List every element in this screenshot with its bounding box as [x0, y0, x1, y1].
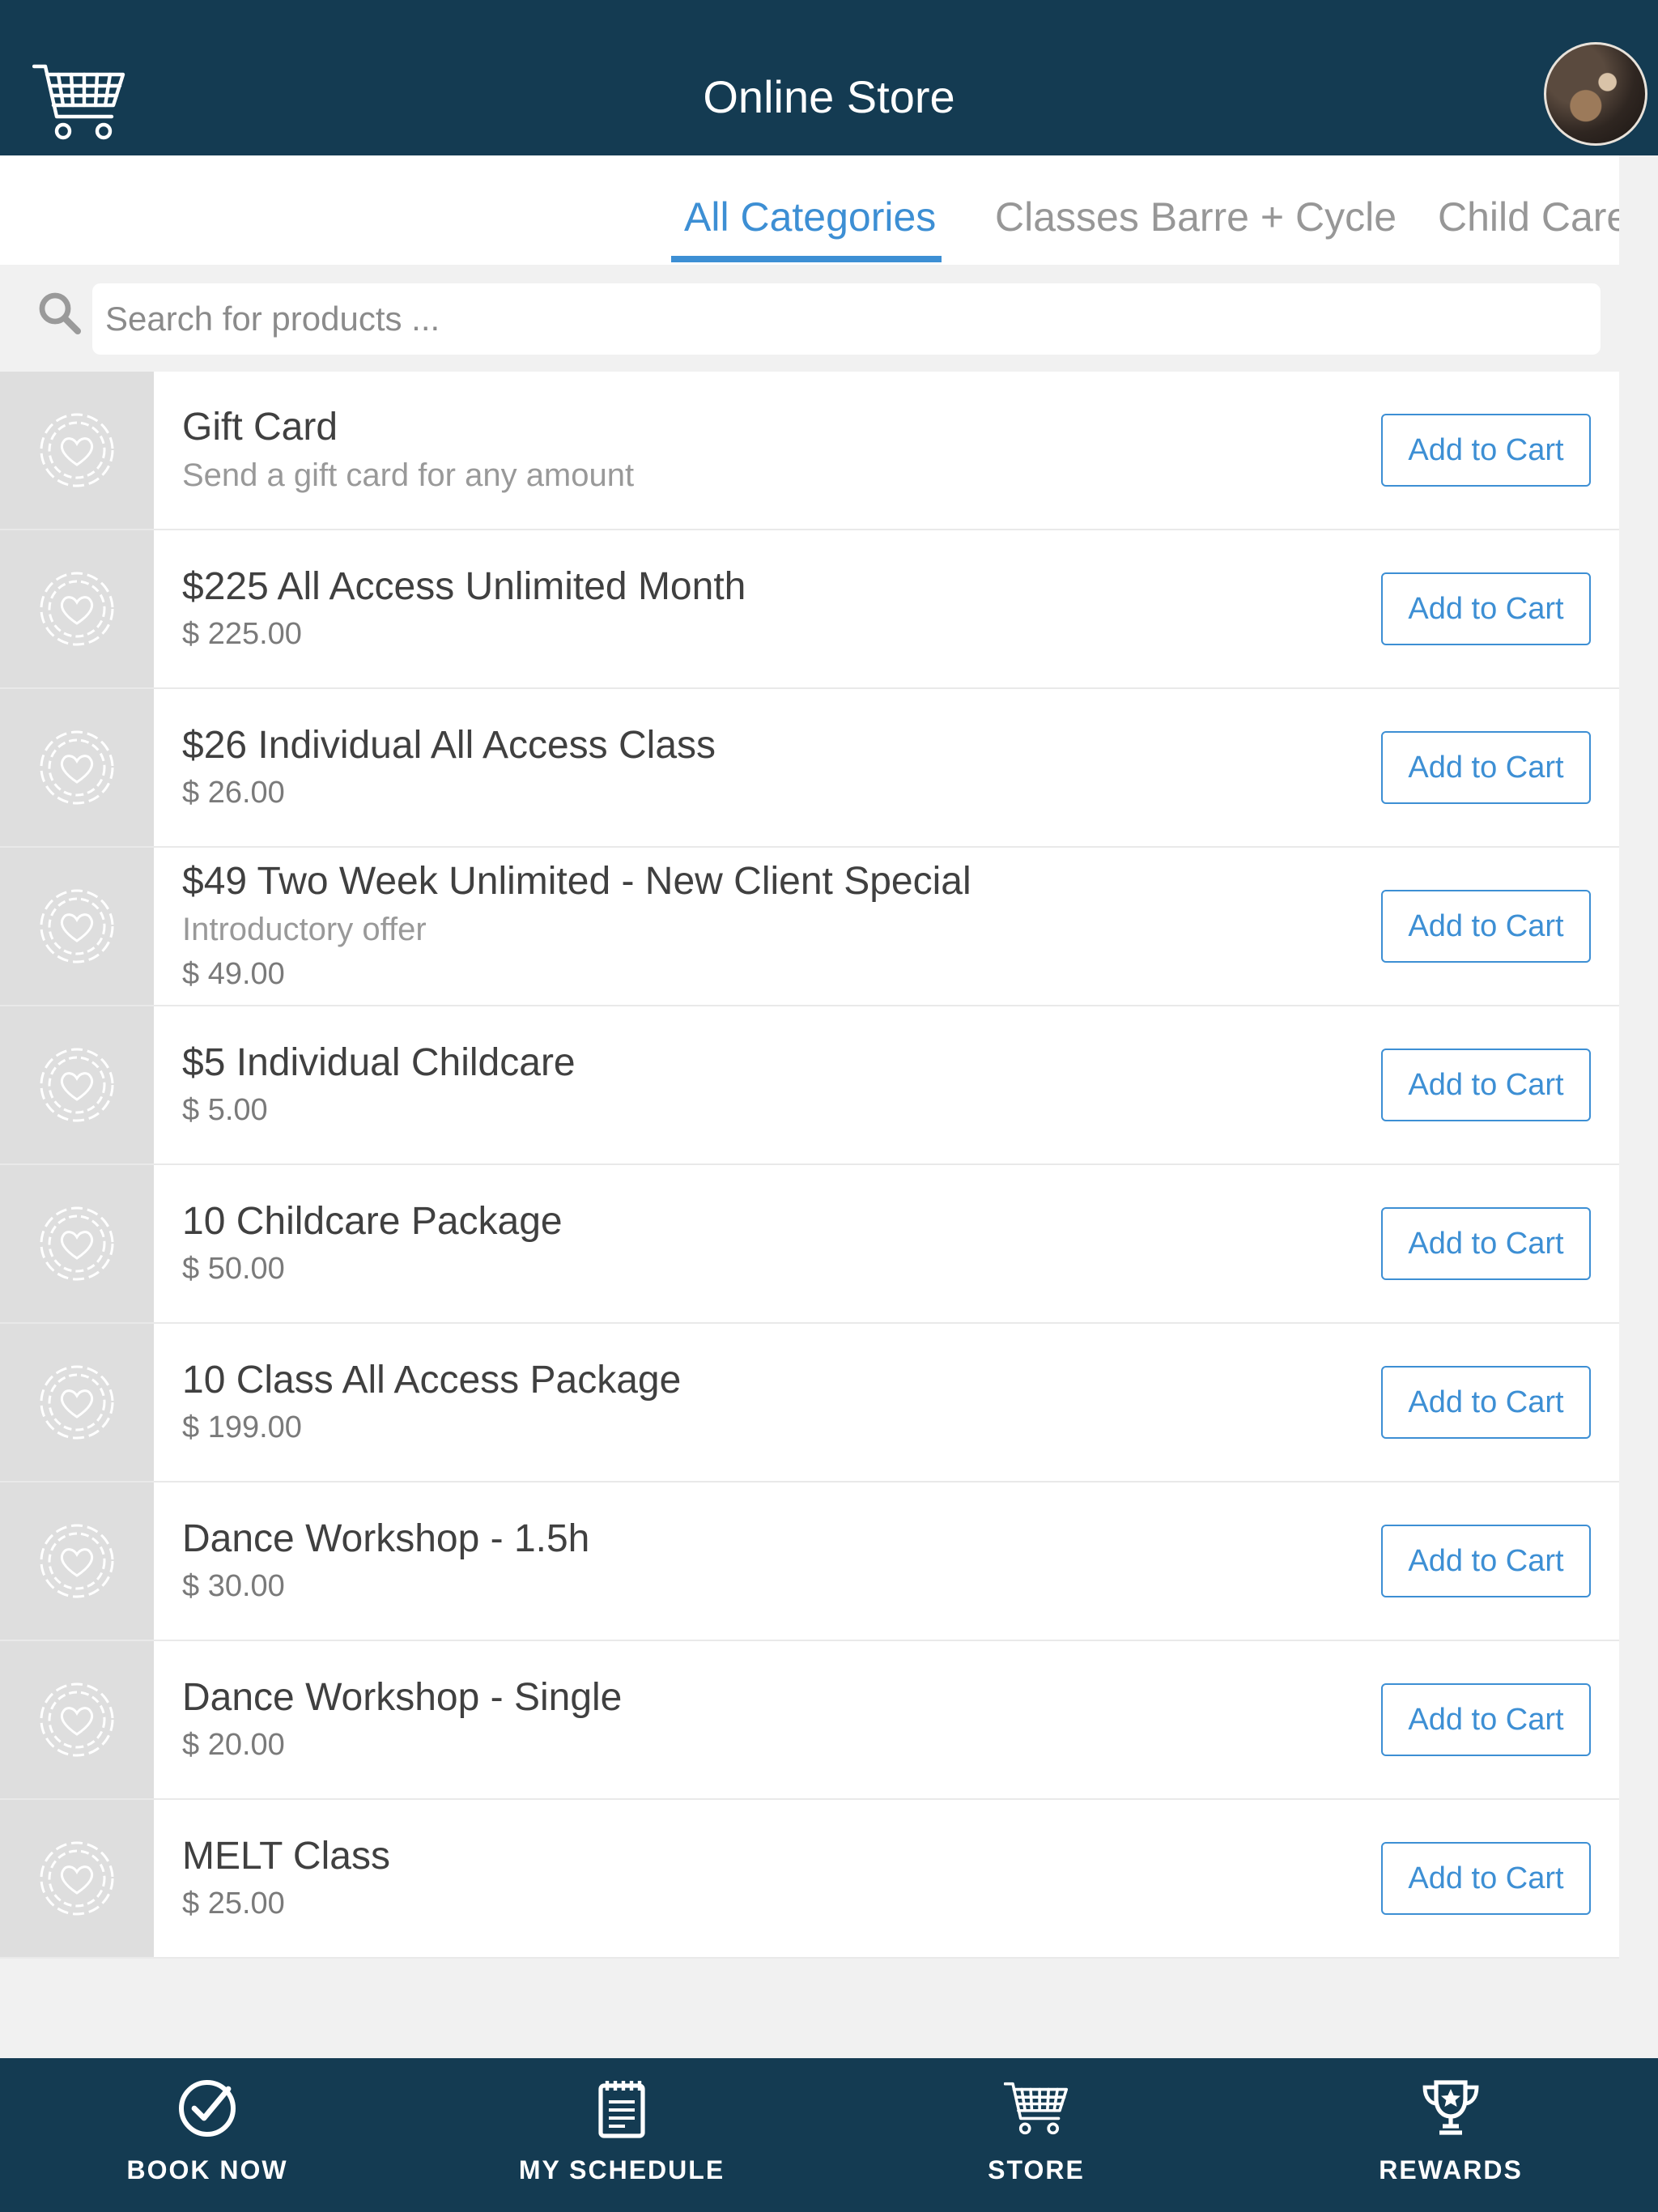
cart-icon: [1004, 2082, 1069, 2135]
list-item: $26 Individual All Access Class $ 26.00 …: [0, 689, 1619, 848]
product-thumbnail: [0, 848, 154, 1005]
nav-rewards[interactable]: REWARDS: [1244, 2058, 1658, 2212]
lotus-heart-icon: [40, 889, 114, 963]
product-list: Gift Card Send a gift card for any amoun…: [0, 372, 1619, 1959]
trophy-icon: [1422, 2080, 1479, 2135]
lotus-heart-icon: [40, 413, 114, 487]
avatar[interactable]: [1544, 42, 1647, 146]
nav-label: BOOK NOW: [126, 2155, 288, 2184]
search-bar: [0, 265, 1619, 372]
search-input[interactable]: [92, 283, 1601, 355]
lotus-heart-icon: [40, 572, 114, 646]
list-item: $5 Individual Childcare $ 5.00 Add to Ca…: [0, 1006, 1619, 1165]
product-price: $ 49.00: [182, 957, 285, 991]
product-price: $ 20.00: [182, 1728, 285, 1762]
product-thumbnail: [0, 1006, 154, 1163]
product-name: $225 All Access Unlimited Month: [182, 565, 746, 608]
nav-store[interactable]: STORE: [829, 2058, 1244, 2212]
product-name: Gift Card: [182, 406, 338, 449]
product-thumbnail: [0, 689, 154, 846]
product-price: $ 225.00: [182, 617, 302, 651]
add-to-cart-button[interactable]: Add to Cart: [1381, 1049, 1591, 1121]
product-price: $ 25.00: [182, 1887, 285, 1921]
add-to-cart-button[interactable]: Add to Cart: [1381, 890, 1591, 963]
product-name: Dance Workshop - 1.5h: [182, 1517, 590, 1560]
search-icon: [39, 292, 81, 334]
add-to-cart-button[interactable]: Add to Cart: [1381, 731, 1591, 804]
product-thumbnail: [0, 1165, 154, 1322]
product-thumbnail: [0, 1482, 154, 1640]
product-price: $ 5.00: [182, 1093, 268, 1127]
lotus-heart-icon: [40, 1365, 114, 1440]
tab-child-care[interactable]: Child Care: [1438, 155, 1619, 265]
schedule-icon: [598, 2081, 645, 2138]
list-item: $49 Two Week Unlimited - New Client Spec…: [0, 848, 1619, 1006]
product-name: $5 Individual Childcare: [182, 1041, 576, 1084]
lotus-heart-icon: [40, 1206, 114, 1281]
nav-label: REWARDS: [1379, 2155, 1523, 2184]
product-thumbnail: [0, 1641, 154, 1798]
bottom-nav: BOOK NOW MY SCHEDULE STORE REWARDS: [0, 2058, 1658, 2212]
product-description: Introductory offer: [182, 912, 427, 947]
product-price: $ 199.00: [182, 1410, 302, 1444]
product-name: $49 Two Week Unlimited - New Client Spec…: [182, 860, 971, 903]
add-to-cart-button[interactable]: Add to Cart: [1381, 1842, 1591, 1915]
nav-book-now[interactable]: BOOK NOW: [0, 2058, 414, 2212]
active-tab-indicator: [671, 256, 942, 262]
app-header: Online Store: [0, 0, 1658, 155]
product-thumbnail: [0, 1324, 154, 1481]
nav-my-schedule[interactable]: MY SCHEDULE: [414, 2058, 829, 2212]
lotus-heart-icon: [40, 1048, 114, 1122]
lotus-heart-icon: [40, 1524, 114, 1598]
list-item: 10 Childcare Package $ 50.00 Add to Cart: [0, 1165, 1619, 1324]
list-item: $225 All Access Unlimited Month $ 225.00…: [0, 530, 1619, 689]
product-description: Send a gift card for any amount: [182, 457, 635, 493]
nav-label: MY SCHEDULE: [518, 2155, 725, 2184]
product-name: 10 Childcare Package: [182, 1200, 563, 1243]
tab-classes-barre-cycle[interactable]: Classes Barre + Cycle: [995, 155, 1397, 265]
lotus-heart-icon: [40, 1682, 114, 1757]
product-name: 10 Class All Access Package: [182, 1359, 682, 1402]
add-to-cart-button[interactable]: Add to Cart: [1381, 1207, 1591, 1280]
product-price: $ 50.00: [182, 1252, 285, 1286]
product-name: MELT Class: [182, 1835, 390, 1878]
add-to-cart-button[interactable]: Add to Cart: [1381, 572, 1591, 645]
add-to-cart-button[interactable]: Add to Cart: [1381, 1366, 1591, 1439]
list-item: 10 Class All Access Package $ 199.00 Add…: [0, 1324, 1619, 1482]
add-to-cart-button[interactable]: Add to Cart: [1381, 1683, 1591, 1756]
product-name: Dance Workshop - Single: [182, 1676, 623, 1719]
list-item: Dance Workshop - Single $ 20.00 Add to C…: [0, 1641, 1619, 1800]
list-item: MELT Class $ 25.00 Add to Cart: [0, 1800, 1619, 1959]
product-name: $26 Individual All Access Class: [182, 724, 716, 767]
lotus-heart-icon: [40, 730, 114, 805]
product-thumbnail: [0, 1800, 154, 1957]
product-thumbnail: [0, 530, 154, 687]
product-thumbnail: [0, 372, 154, 529]
list-item: Dance Workshop - 1.5h $ 30.00 Add to Car…: [0, 1482, 1619, 1641]
category-tabs: All Categories Classes Barre + Cycle Chi…: [0, 155, 1619, 265]
product-price: $ 30.00: [182, 1569, 285, 1603]
product-price: $ 26.00: [182, 776, 285, 810]
lotus-heart-icon: [40, 1841, 114, 1916]
add-to-cart-button[interactable]: Add to Cart: [1381, 414, 1591, 487]
list-item: Gift Card Send a gift card for any amoun…: [0, 372, 1619, 530]
add-to-cart-button[interactable]: Add to Cart: [1381, 1525, 1591, 1597]
page-title: Online Store: [703, 71, 955, 122]
check-circle-icon: [179, 2080, 236, 2137]
nav-label: STORE: [988, 2155, 1085, 2184]
tab-all-categories[interactable]: All Categories: [684, 155, 936, 265]
